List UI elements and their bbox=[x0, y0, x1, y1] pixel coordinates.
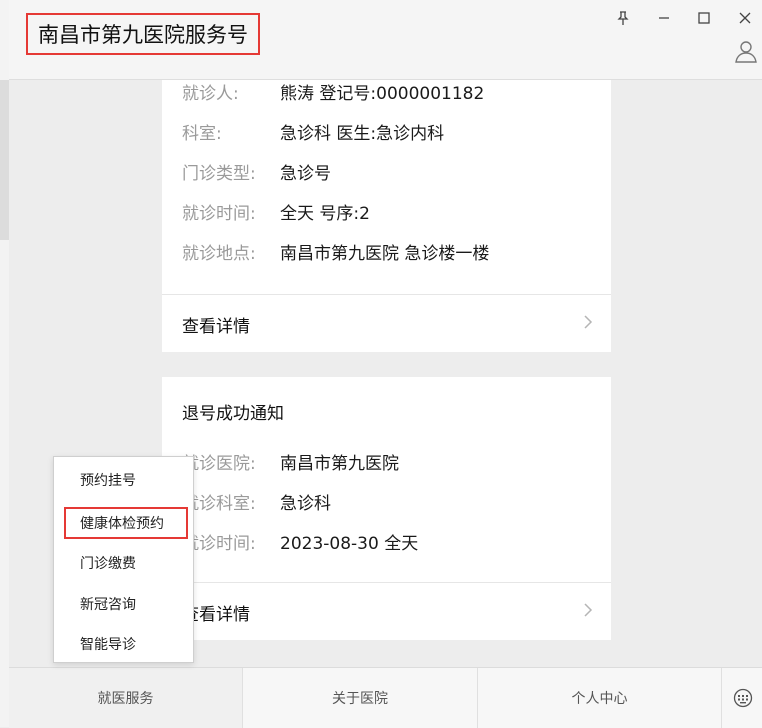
menu-item-appointment[interactable]: 预约挂号 bbox=[54, 464, 193, 496]
keyboard-icon[interactable] bbox=[721, 668, 762, 728]
window-title-highlight: 南昌市第九医院服务号 bbox=[26, 13, 260, 55]
close-icon[interactable] bbox=[730, 4, 760, 32]
view-details-label: 查看详情 bbox=[182, 317, 250, 337]
view-details-link[interactable]: 查看详情 bbox=[162, 583, 611, 639]
person-icon[interactable] bbox=[733, 38, 759, 64]
menu-item-covid-consult[interactable]: 新冠咨询 bbox=[54, 588, 193, 620]
maximize-icon[interactable] bbox=[689, 4, 719, 32]
menu-item-smart-guide[interactable]: 智能导诊 bbox=[54, 628, 193, 660]
chevron-right-icon bbox=[584, 315, 593, 329]
field-visit-time: 就诊时间: 全天 号序:2 bbox=[182, 204, 370, 224]
view-details-link[interactable]: 查看详情 bbox=[162, 295, 611, 351]
menu-item-outpatient-payment[interactable]: 门诊缴费 bbox=[54, 547, 193, 579]
appointment-card: 就诊人: 熊涛 登记号:0000001182 科室: 急诊科 医生:急诊内科 门诊类… bbox=[162, 80, 611, 352]
scrollbar-thumb[interactable] bbox=[0, 80, 9, 240]
tab-about-hospital[interactable]: 关于医院 bbox=[243, 668, 477, 728]
chevron-right-icon bbox=[584, 603, 593, 617]
tab-medical-services[interactable]: 就医服务 bbox=[9, 668, 242, 728]
field-visit-time: 就诊时间: 2023-08-30 全天 bbox=[182, 534, 419, 554]
field-clinic-type: 门诊类型: 急诊号 bbox=[182, 164, 331, 184]
pin-icon[interactable] bbox=[608, 4, 638, 32]
bottom-menu-bar: 就医服务 关于医院 个人中心 bbox=[9, 667, 762, 728]
cancellation-card: 退号成功通知 就诊医院: 南昌市第九医院 就诊科室: 急诊科 就诊时间: 2023-0… bbox=[162, 377, 611, 640]
field-hospital: 就诊医院: 南昌市第九医院 bbox=[182, 454, 399, 474]
menu-item-health-checkup[interactable]: 健康体检预约 bbox=[64, 507, 188, 539]
field-patient: 就诊人: 熊涛 登记号:0000001182 bbox=[182, 84, 485, 104]
title-bar: 南昌市第九医院服务号 bbox=[9, 0, 762, 80]
minimize-icon[interactable] bbox=[649, 4, 679, 32]
tab-personal-center[interactable]: 个人中心 bbox=[478, 668, 721, 728]
field-visit-location: 就诊地点: 南昌市第九医院 急诊楼一楼 bbox=[182, 244, 490, 264]
field-department: 就诊科室: 急诊科 bbox=[182, 494, 331, 514]
field-department: 科室: 急诊科 医生:急诊内科 bbox=[182, 124, 445, 144]
card-title: 退号成功通知 bbox=[182, 404, 284, 424]
service-popup-menu: 预约挂号 健康体检预约 门诊缴费 新冠咨询 智能导诊 bbox=[53, 456, 194, 663]
window-title: 南昌市第九医院服务号 bbox=[38, 23, 248, 47]
